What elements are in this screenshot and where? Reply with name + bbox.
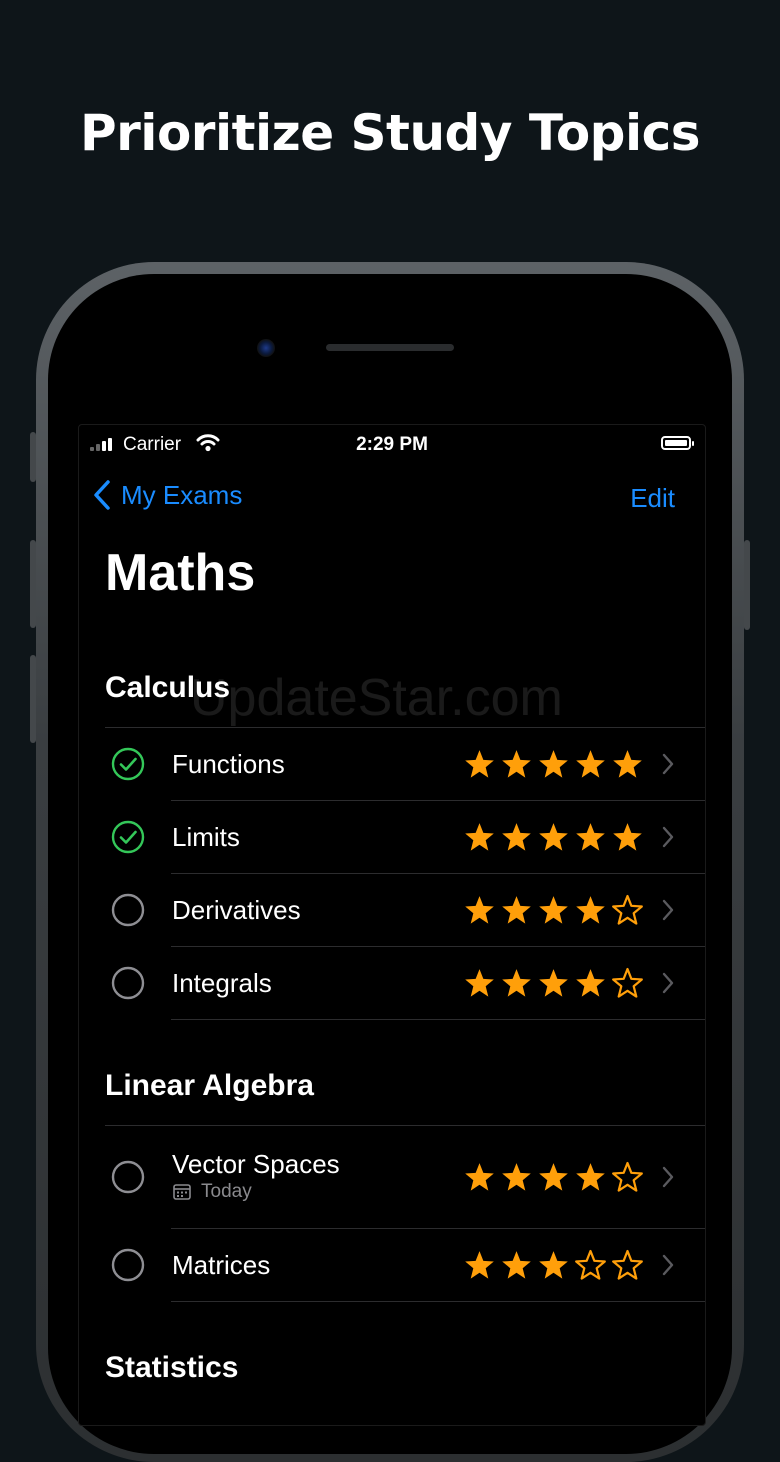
section-header: Statistics <box>105 1351 239 1384</box>
chevron-right-icon <box>662 1254 674 1275</box>
star-filled-icon <box>502 749 531 778</box>
topic-label: Integrals <box>172 967 272 998</box>
star-filled-icon <box>465 822 494 851</box>
volume-up-button <box>30 540 36 628</box>
star-empty-icon <box>612 894 643 925</box>
star-filled-icon <box>576 822 605 851</box>
topic-label: Matrices <box>172 1249 271 1280</box>
star-filled-icon <box>465 749 494 778</box>
power-button <box>744 540 750 630</box>
star-filled-icon <box>465 895 494 924</box>
chevron-right-icon <box>662 972 674 993</box>
topic-row[interactable]: Vector Spaces Today <box>105 1125 705 1228</box>
star-filled-icon <box>539 749 568 778</box>
topic-row[interactable]: Matrices <box>105 1228 705 1301</box>
checkmark-circle-icon[interactable] <box>111 820 145 854</box>
edit-button[interactable]: Edit <box>630 483 675 514</box>
star-empty-icon <box>612 967 643 998</box>
star-filled-icon <box>502 1250 531 1279</box>
empty-circle-icon[interactable] <box>111 1160 145 1194</box>
topic-row[interactable]: Derivatives <box>105 873 705 946</box>
topic-row[interactable]: Limits <box>105 800 705 873</box>
star-filled-icon <box>502 895 531 924</box>
due-date-label: Today <box>201 1181 252 1202</box>
priority-rating[interactable] <box>463 967 644 1000</box>
priority-rating[interactable] <box>463 748 644 781</box>
status-time: 2:29 PM <box>356 434 428 455</box>
calendar-icon <box>173 1184 191 1200</box>
star-empty-icon <box>575 1249 606 1280</box>
battery-icon <box>661 436 694 450</box>
star-filled-icon <box>502 968 531 997</box>
page-title: Maths <box>105 544 256 602</box>
priority-rating[interactable] <box>463 1161 644 1194</box>
star-filled-icon <box>576 749 605 778</box>
chevron-right-icon <box>662 1166 674 1187</box>
chevron-right-icon <box>662 753 674 774</box>
app-screen: Carrier 2:29 PM My Exams Edit Maths Calc… <box>78 424 706 1426</box>
star-filled-icon <box>613 822 642 851</box>
chevron-left-icon <box>94 480 110 510</box>
topic-row[interactable]: Functions <box>105 727 705 800</box>
topic-label: Vector Spaces <box>172 1149 340 1179</box>
row-divider <box>171 1019 705 1020</box>
star-filled-icon <box>539 1162 568 1191</box>
star-filled-icon <box>613 749 642 778</box>
row-divider <box>171 1301 705 1302</box>
priority-rating[interactable] <box>463 894 644 927</box>
empty-circle-icon[interactable] <box>111 893 145 927</box>
star-filled-icon <box>539 968 568 997</box>
priority-rating[interactable] <box>463 821 644 854</box>
status-bar: Carrier 2:29 PM <box>79 425 705 465</box>
priority-rating[interactable] <box>463 1249 644 1282</box>
watermark: UpdateStar.com <box>190 669 563 727</box>
headline: Prioritize Study Topics <box>80 104 701 162</box>
topic-row[interactable]: Integrals <box>105 946 705 1019</box>
volume-down-button <box>30 655 36 743</box>
star-filled-icon <box>502 1162 531 1191</box>
mute-switch <box>30 432 36 482</box>
earpiece-speaker <box>326 344 454 351</box>
front-camera <box>257 339 275 357</box>
star-filled-icon <box>576 895 605 924</box>
star-filled-icon <box>465 968 494 997</box>
chevron-right-icon <box>662 899 674 920</box>
empty-circle-icon[interactable] <box>111 966 145 1000</box>
star-filled-icon <box>465 1250 494 1279</box>
star-filled-icon <box>465 1162 494 1191</box>
section-header: Linear Algebra <box>105 1069 314 1102</box>
star-empty-icon <box>612 1249 643 1280</box>
star-filled-icon <box>576 1162 605 1191</box>
back-label: My Exams <box>121 479 243 510</box>
back-button[interactable]: My Exams <box>93 479 242 511</box>
topic-label: Functions <box>172 748 285 779</box>
star-filled-icon <box>502 822 531 851</box>
star-empty-icon <box>612 1161 643 1192</box>
star-filled-icon <box>539 822 568 851</box>
star-filled-icon <box>539 895 568 924</box>
checkmark-circle-icon[interactable] <box>111 747 145 781</box>
star-filled-icon <box>576 968 605 997</box>
topic-label: Limits <box>172 821 240 852</box>
empty-circle-icon[interactable] <box>111 1248 145 1282</box>
star-filled-icon <box>539 1250 568 1279</box>
chevron-right-icon <box>662 826 674 847</box>
topic-label: Derivatives <box>172 894 301 925</box>
